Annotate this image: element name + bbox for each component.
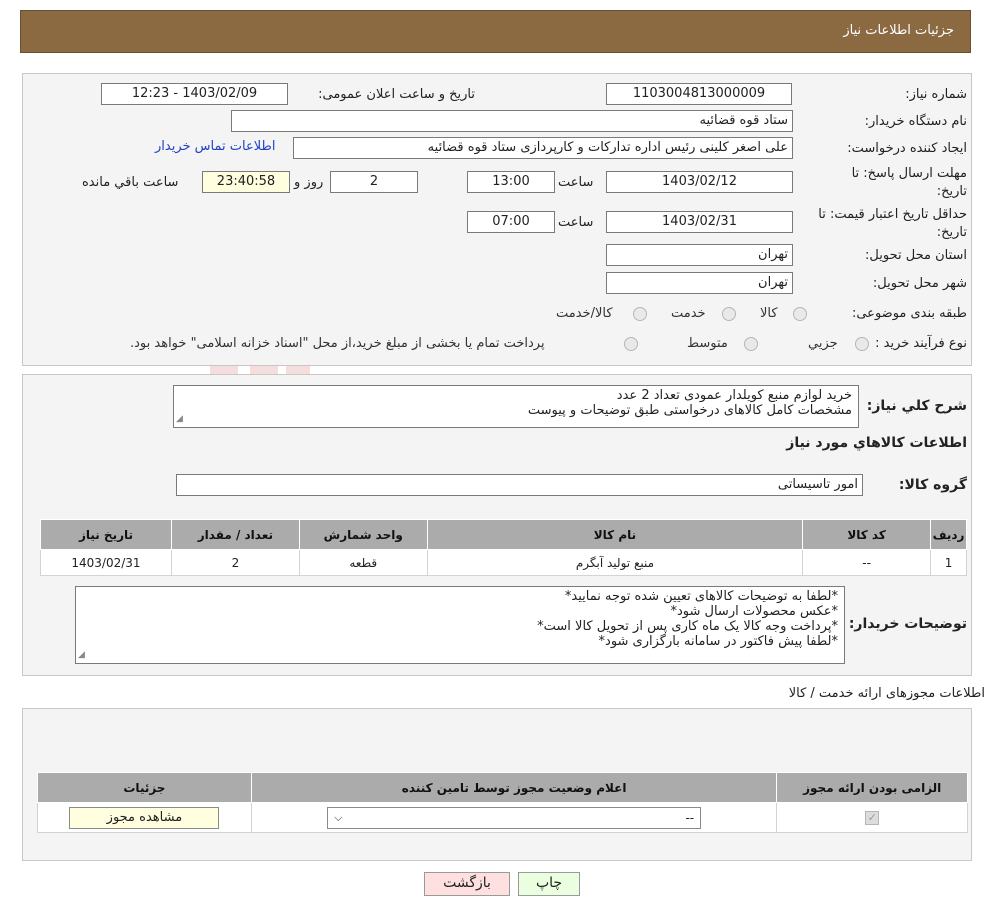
validity-time-label: ساعت bbox=[558, 215, 594, 230]
view-permit-button[interactable]: مشاهده مجوز bbox=[69, 806, 220, 829]
creator-field: علی اصغر کلینی رئیس اداره تدارکات و کارپ… bbox=[293, 137, 793, 159]
process-radio-minor[interactable] bbox=[855, 337, 869, 351]
need-number-field: 1103004813000009 bbox=[606, 83, 792, 105]
remaining-time-field: 23:40:58 bbox=[202, 171, 290, 193]
category-option-goods: کالا bbox=[760, 306, 778, 321]
col-row-number: رديف bbox=[930, 519, 967, 550]
buyer-org-label: نام دستگاه خریدار: bbox=[864, 114, 967, 129]
col-unit: واحد شمارش bbox=[298, 519, 428, 550]
summary-label: شرح کلي نياز: bbox=[866, 398, 967, 414]
col-permit-required: الزامی بودن ارائه مجوز bbox=[776, 772, 968, 803]
chevron-down-icon: ⌵ bbox=[334, 810, 343, 824]
buyer-note-line-1: *لطفا به توضیحات کالاهای تعیین شده توجه … bbox=[564, 589, 838, 604]
cell-row-number: 1 bbox=[930, 549, 967, 576]
cell-need-date: 1403/02/31 bbox=[40, 549, 172, 576]
summary-line-2: مشخصات کامل کالاهای درخواستی طبق توضیحات… bbox=[527, 403, 852, 418]
col-permit-details: جزئیات bbox=[37, 772, 252, 803]
permits-title: اطلاعات مجوزهای ارائه خدمت / کالا bbox=[788, 686, 985, 701]
deadline-label-2: تاریخ: bbox=[936, 184, 967, 199]
validity-label-2: تاریخ: bbox=[936, 225, 967, 240]
city-label: شهر محل تحویل: bbox=[872, 276, 967, 291]
permit-status-value: -- bbox=[685, 810, 695, 825]
need-number-label: شماره نیاز: bbox=[905, 87, 967, 102]
print-button[interactable]: چاپ bbox=[518, 872, 580, 896]
category-option-goods-service: کالا/خدمت bbox=[556, 306, 613, 321]
category-radio-service[interactable] bbox=[722, 307, 736, 321]
process-label: نوع فرآیند خرید : bbox=[875, 336, 967, 351]
back-button[interactable]: بازگشت bbox=[424, 872, 510, 896]
validity-time-field: 07:00 bbox=[467, 211, 555, 233]
province-label: استان محل تحویل: bbox=[865, 248, 967, 263]
validity-label: حداقل تاریخ اعتبار قیمت: تا bbox=[818, 207, 967, 222]
goods-group-label: گروه کالا: bbox=[898, 477, 967, 493]
page-title: جزئیات اطلاعات نیاز bbox=[843, 23, 954, 38]
goods-table-header: رديف کد کالا نام کالا واحد شمارش تعداد /… bbox=[40, 519, 967, 550]
goods-group-field: امور تاسیساتی bbox=[176, 474, 863, 496]
deadline-date-field: 1403/02/12 bbox=[606, 171, 793, 193]
col-need-date: تاریخ نیاز bbox=[40, 519, 172, 550]
buyer-notes-textarea[interactable]: *لطفا به توضیحات کالاهای تعیین شده توجه … bbox=[75, 586, 845, 664]
col-goods-code: کد کالا bbox=[802, 519, 932, 550]
province-field: تهران bbox=[606, 244, 793, 266]
permits-table-header: الزامی بودن ارائه مجوز اعلام وضعیت مجوز … bbox=[37, 772, 968, 803]
buyer-note-line-2: *عکس محصولات ارسال شود* bbox=[670, 604, 839, 619]
buyer-note-line-3: *پرداخت وجه کالا یک ماه کاری پس از تحویل… bbox=[537, 619, 838, 634]
process-radio-medium[interactable] bbox=[744, 337, 758, 351]
permit-required-checkbox[interactable]: ✓ bbox=[865, 811, 880, 825]
table-row: ✓ -- ⌵ مشاهده مجوز bbox=[37, 802, 968, 833]
creator-label: ایجاد کننده درخواست: bbox=[847, 141, 967, 156]
buyer-note-line-4: *لطفا پیش فاکتور در سامانه بارگزاری شود* bbox=[598, 634, 838, 649]
buyer-org-field: ستاد قوه قضائیه bbox=[231, 110, 793, 132]
announce-label: تاریخ و ساعت اعلان عمومی: bbox=[318, 87, 475, 102]
days-field: 2 bbox=[330, 171, 418, 193]
buyer-contact-link[interactable]: اطلاعات تماس خریدار bbox=[155, 139, 275, 154]
table-row: 1 -- منبع تولید آبگرم قطعه 2 1403/02/31 bbox=[40, 549, 967, 576]
treasury-payment-note: پرداخت تمام یا بخشی از مبلغ خرید،از محل … bbox=[130, 336, 545, 351]
cell-goods-code: -- bbox=[802, 549, 932, 576]
resize-grip-icon[interactable]: ◢ bbox=[176, 412, 183, 427]
col-permit-status: اعلام وضعیت مجوز توسط تامین کننده bbox=[250, 772, 778, 803]
treasury-payment-checkbox[interactable] bbox=[624, 337, 638, 351]
category-radio-goods[interactable] bbox=[793, 307, 807, 321]
days-label: روز و bbox=[294, 175, 324, 190]
permits-table: الزامی بودن ارائه مجوز اعلام وضعیت مجوز … bbox=[37, 772, 968, 833]
announce-field: 1403/02/09 - 12:23 bbox=[101, 83, 288, 105]
remaining-label: ساعت باقي مانده bbox=[82, 175, 179, 190]
summary-textarea[interactable]: خرید لوازم منبع کویلدار عمودی تعداد 2 عد… bbox=[173, 385, 859, 428]
cell-quantity: 2 bbox=[170, 549, 300, 576]
col-quantity: تعداد / مقدار bbox=[170, 519, 300, 550]
deadline-label: مهلت ارسال پاسخ: تا bbox=[851, 166, 967, 181]
cell-unit: قطعه bbox=[298, 549, 428, 576]
validity-date-field: 1403/02/31 bbox=[606, 211, 793, 233]
resize-grip-icon[interactable]: ◢ bbox=[78, 648, 85, 663]
city-field: تهران bbox=[606, 272, 793, 294]
buyer-notes-label: توضیحات خریدار: bbox=[848, 616, 967, 632]
category-radio-goods-service[interactable] bbox=[633, 307, 647, 321]
category-label: طبقه بندی موضوعی: bbox=[851, 306, 967, 321]
deadline-time-label: ساعت bbox=[558, 175, 594, 190]
col-goods-name: نام کالا bbox=[426, 519, 804, 550]
goods-table: رديف کد کالا نام کالا واحد شمارش تعداد /… bbox=[40, 519, 967, 576]
deadline-time-field: 13:00 bbox=[467, 171, 555, 193]
category-option-service: خدمت bbox=[671, 306, 706, 321]
permit-status-select[interactable]: -- ⌵ bbox=[327, 806, 702, 829]
process-option-medium: متوسط bbox=[687, 336, 728, 351]
process-option-minor: جزیي bbox=[808, 336, 838, 351]
summary-line-1: خرید لوازم منبع کویلدار عمودی تعداد 2 عد… bbox=[616, 388, 852, 403]
page-header: جزئیات اطلاعات نیاز bbox=[20, 10, 971, 53]
goods-info-title: اطلاعات کالاهاي مورد نياز bbox=[786, 435, 967, 451]
cell-goods-name: منبع تولید آبگرم bbox=[426, 549, 804, 576]
